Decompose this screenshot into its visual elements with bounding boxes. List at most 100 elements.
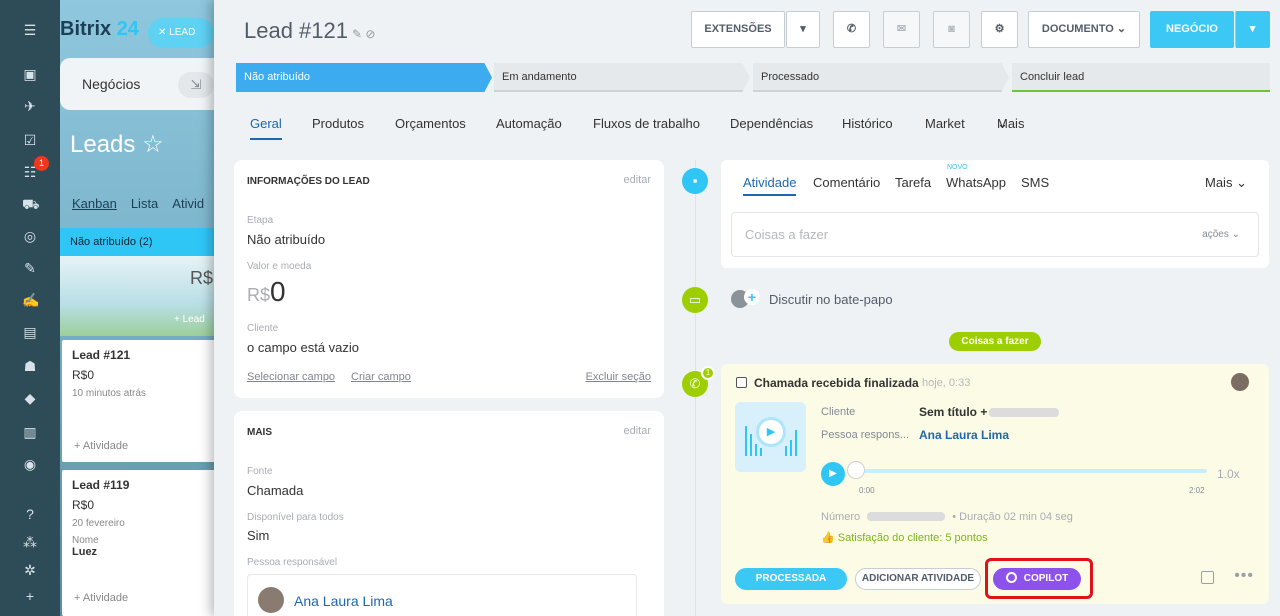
avatar[interactable] (1231, 373, 1249, 391)
tab-automation[interactable]: Automação (496, 116, 562, 131)
settings-icon[interactable]: ✲ (22, 562, 38, 578)
stage-item[interactable]: Processado (753, 63, 1009, 92)
view-list[interactable]: Lista (131, 196, 158, 211)
chevron-circle-icon[interactable]: ◉ (22, 456, 38, 472)
field-label: Pessoa responsável (247, 557, 338, 568)
complete-checkbox[interactable] (736, 377, 747, 388)
tab-workflows[interactable]: Fluxos de trabalho (593, 116, 700, 131)
actions-dropdown[interactable]: ações ⌄ (1202, 229, 1240, 240)
create-field-link[interactable]: Criar campo (351, 371, 411, 383)
lead-slider-panel: Lead #121 ✎ ⊘ EXTENSÕES ▾ ✆ ✉ ◙ ⚙ DOCUMEN… (214, 0, 1280, 616)
sitemap-icon[interactable]: ⁂ (22, 534, 38, 550)
audio-thumbnail[interactable]: ▶ (735, 402, 806, 472)
responsible-value[interactable]: Ana Laura Lima (919, 428, 1009, 442)
tab-products[interactable]: Produtos (312, 116, 364, 131)
stage-item[interactable]: Não atribuído (236, 63, 492, 92)
nav-tab-deals[interactable]: Negócios ⇲ (60, 58, 220, 110)
tab-task[interactable]: Tarefa (895, 175, 931, 190)
collapse-icon[interactable]: ⇲ (178, 72, 214, 98)
kanban-card[interactable]: Lead #119 R$0 20 fevereiro Nome Luez + A… (62, 470, 216, 616)
discuss-in-chat[interactable]: + Discutir no bate-papo (721, 286, 1269, 314)
extensions-button[interactable]: EXTENSÕES (691, 11, 785, 48)
select-field-link[interactable]: Selecionar campo (247, 371, 335, 383)
tab-whatsapp[interactable]: WhatsApp (946, 175, 1006, 190)
edit-pencil-icon[interactable]: ✎ ⊘ (352, 27, 375, 41)
pen-icon[interactable]: ✎ (22, 260, 38, 276)
play-icon[interactable]: ▶ (759, 420, 783, 444)
filter-badge: 1 (34, 156, 49, 171)
field-value[interactable]: Chamada (247, 483, 303, 498)
add-user-icon[interactable]: + (744, 289, 760, 305)
kanban-column-header: Não atribuído (2) (60, 228, 220, 256)
kanban-card[interactable]: Lead #121 R$0 10 minutos atrás + Ativida… (62, 340, 216, 462)
edit-link[interactable]: editar (623, 425, 651, 437)
lead-close-pill[interactable]: ✕ LEAD (148, 18, 214, 48)
extensions-dropdown[interactable]: ▾ (786, 11, 820, 48)
field-value[interactable]: Sim (247, 528, 269, 543)
tab-dependencies[interactable]: Dependências (730, 116, 813, 131)
home-icon[interactable]: ▣ (22, 66, 38, 82)
add-activity-button[interactable]: ADICIONAR ATIVIDADE (855, 568, 981, 590)
view-kanban[interactable]: Kanban (72, 196, 117, 211)
plus-icon[interactable]: + (22, 588, 38, 604)
tab-activity[interactable]: Atividade (743, 175, 797, 196)
add-lead-link[interactable]: + Lead (174, 314, 205, 325)
field-value[interactable]: o campo está vazio (247, 340, 359, 355)
help-icon[interactable]: ? (22, 506, 38, 522)
audio-progress-track[interactable] (864, 469, 1207, 473)
tab-quotes[interactable]: Orçamentos (395, 116, 466, 131)
activity-composer: Atividade Comentário Tarefa NOVO WhatsAp… (721, 160, 1269, 268)
lead-info-card: INFORMAÇÕES DO LEAD editar Etapa Não atr… (234, 160, 664, 398)
client-value[interactable]: Sem título + (919, 405, 987, 419)
playback-speed[interactable]: 1.0x (1217, 467, 1240, 481)
call-title[interactable]: Chamada recebida finalizada (754, 376, 919, 390)
tab-comment[interactable]: Comentário (813, 175, 880, 190)
chat-icon[interactable]: ◙ (933, 11, 970, 48)
android-icon[interactable]: ☗ (22, 358, 38, 374)
edit-icon[interactable]: ✍ (22, 292, 39, 308)
todo-input[interactable]: Coisas a fazer ações ⌄ (731, 212, 1259, 257)
more-dropdown[interactable]: Mais ⌄ (1205, 175, 1247, 191)
cart-icon[interactable]: ⛟ (22, 196, 40, 212)
view-activities[interactable]: Ativid (172, 196, 204, 211)
target-icon[interactable]: ◎ (22, 228, 38, 244)
field-label: Fonte (247, 466, 273, 477)
deal-dropdown[interactable]: ▾ (1235, 11, 1270, 48)
page-title: Leads ☆ (70, 131, 164, 158)
gear-icon[interactable]: ⚙ (981, 11, 1018, 48)
cube-icon[interactable]: ◆ (22, 390, 38, 406)
tab-general[interactable]: Geral (250, 116, 282, 140)
tab-sms[interactable]: SMS (1021, 175, 1049, 190)
audio-progress-knob[interactable] (847, 461, 865, 479)
tab-history[interactable]: Histórico (842, 116, 893, 131)
edit-link[interactable]: editar (623, 174, 651, 186)
wave-bar (785, 446, 787, 456)
responsible-name[interactable]: Ana Laura Lima (294, 593, 393, 609)
amount-value[interactable]: R$0 (247, 276, 286, 308)
rocket-icon[interactable]: ✈ (22, 98, 38, 114)
processed-button[interactable]: PROCESSADA (735, 568, 847, 590)
delete-section-link[interactable]: Excluir seção (586, 371, 651, 383)
call-counter-badge: 1 (701, 366, 715, 380)
tab-more[interactable]: Mais ⌄ (997, 116, 1024, 132)
stage-item[interactable]: Concluir lead (1012, 63, 1270, 92)
left-rail: ☰ ▣ ✈ ☑ ☷ 1 ⛟ ◎ ✎ ✍ ▤ ☗ ◆ ▥ ◉ ? ⁂ ✲ + (0, 0, 60, 616)
more-dots-icon[interactable]: ••• (1234, 567, 1254, 585)
document-button[interactable]: DOCUMENTO ⌄ (1028, 11, 1140, 48)
phone-icon[interactable]: ✆ (833, 11, 870, 48)
highlight-box (985, 558, 1093, 599)
deal-button[interactable]: NEGÓCIO (1150, 11, 1234, 48)
play-button[interactable]: ▶ (821, 462, 845, 486)
film-icon[interactable]: ▥ (22, 424, 38, 440)
nav-tab-deals-label: Negócios (82, 76, 141, 92)
contact-card-icon[interactable]: ▤ (22, 324, 38, 340)
field-value[interactable]: Não atribuído (247, 232, 325, 247)
tab-market[interactable]: Market (925, 116, 965, 131)
checkbox-icon[interactable]: ☑ (22, 132, 38, 148)
mail-icon[interactable]: ✉ (883, 11, 920, 48)
stage-item[interactable]: Em andamento (494, 63, 750, 92)
menu-icon[interactable]: ☰ (22, 22, 38, 38)
page-title: Lead #121 ✎ ⊘ (244, 18, 376, 43)
responsible-person[interactable]: Ana Laura Lima (247, 574, 637, 616)
note-icon[interactable] (1201, 571, 1214, 584)
